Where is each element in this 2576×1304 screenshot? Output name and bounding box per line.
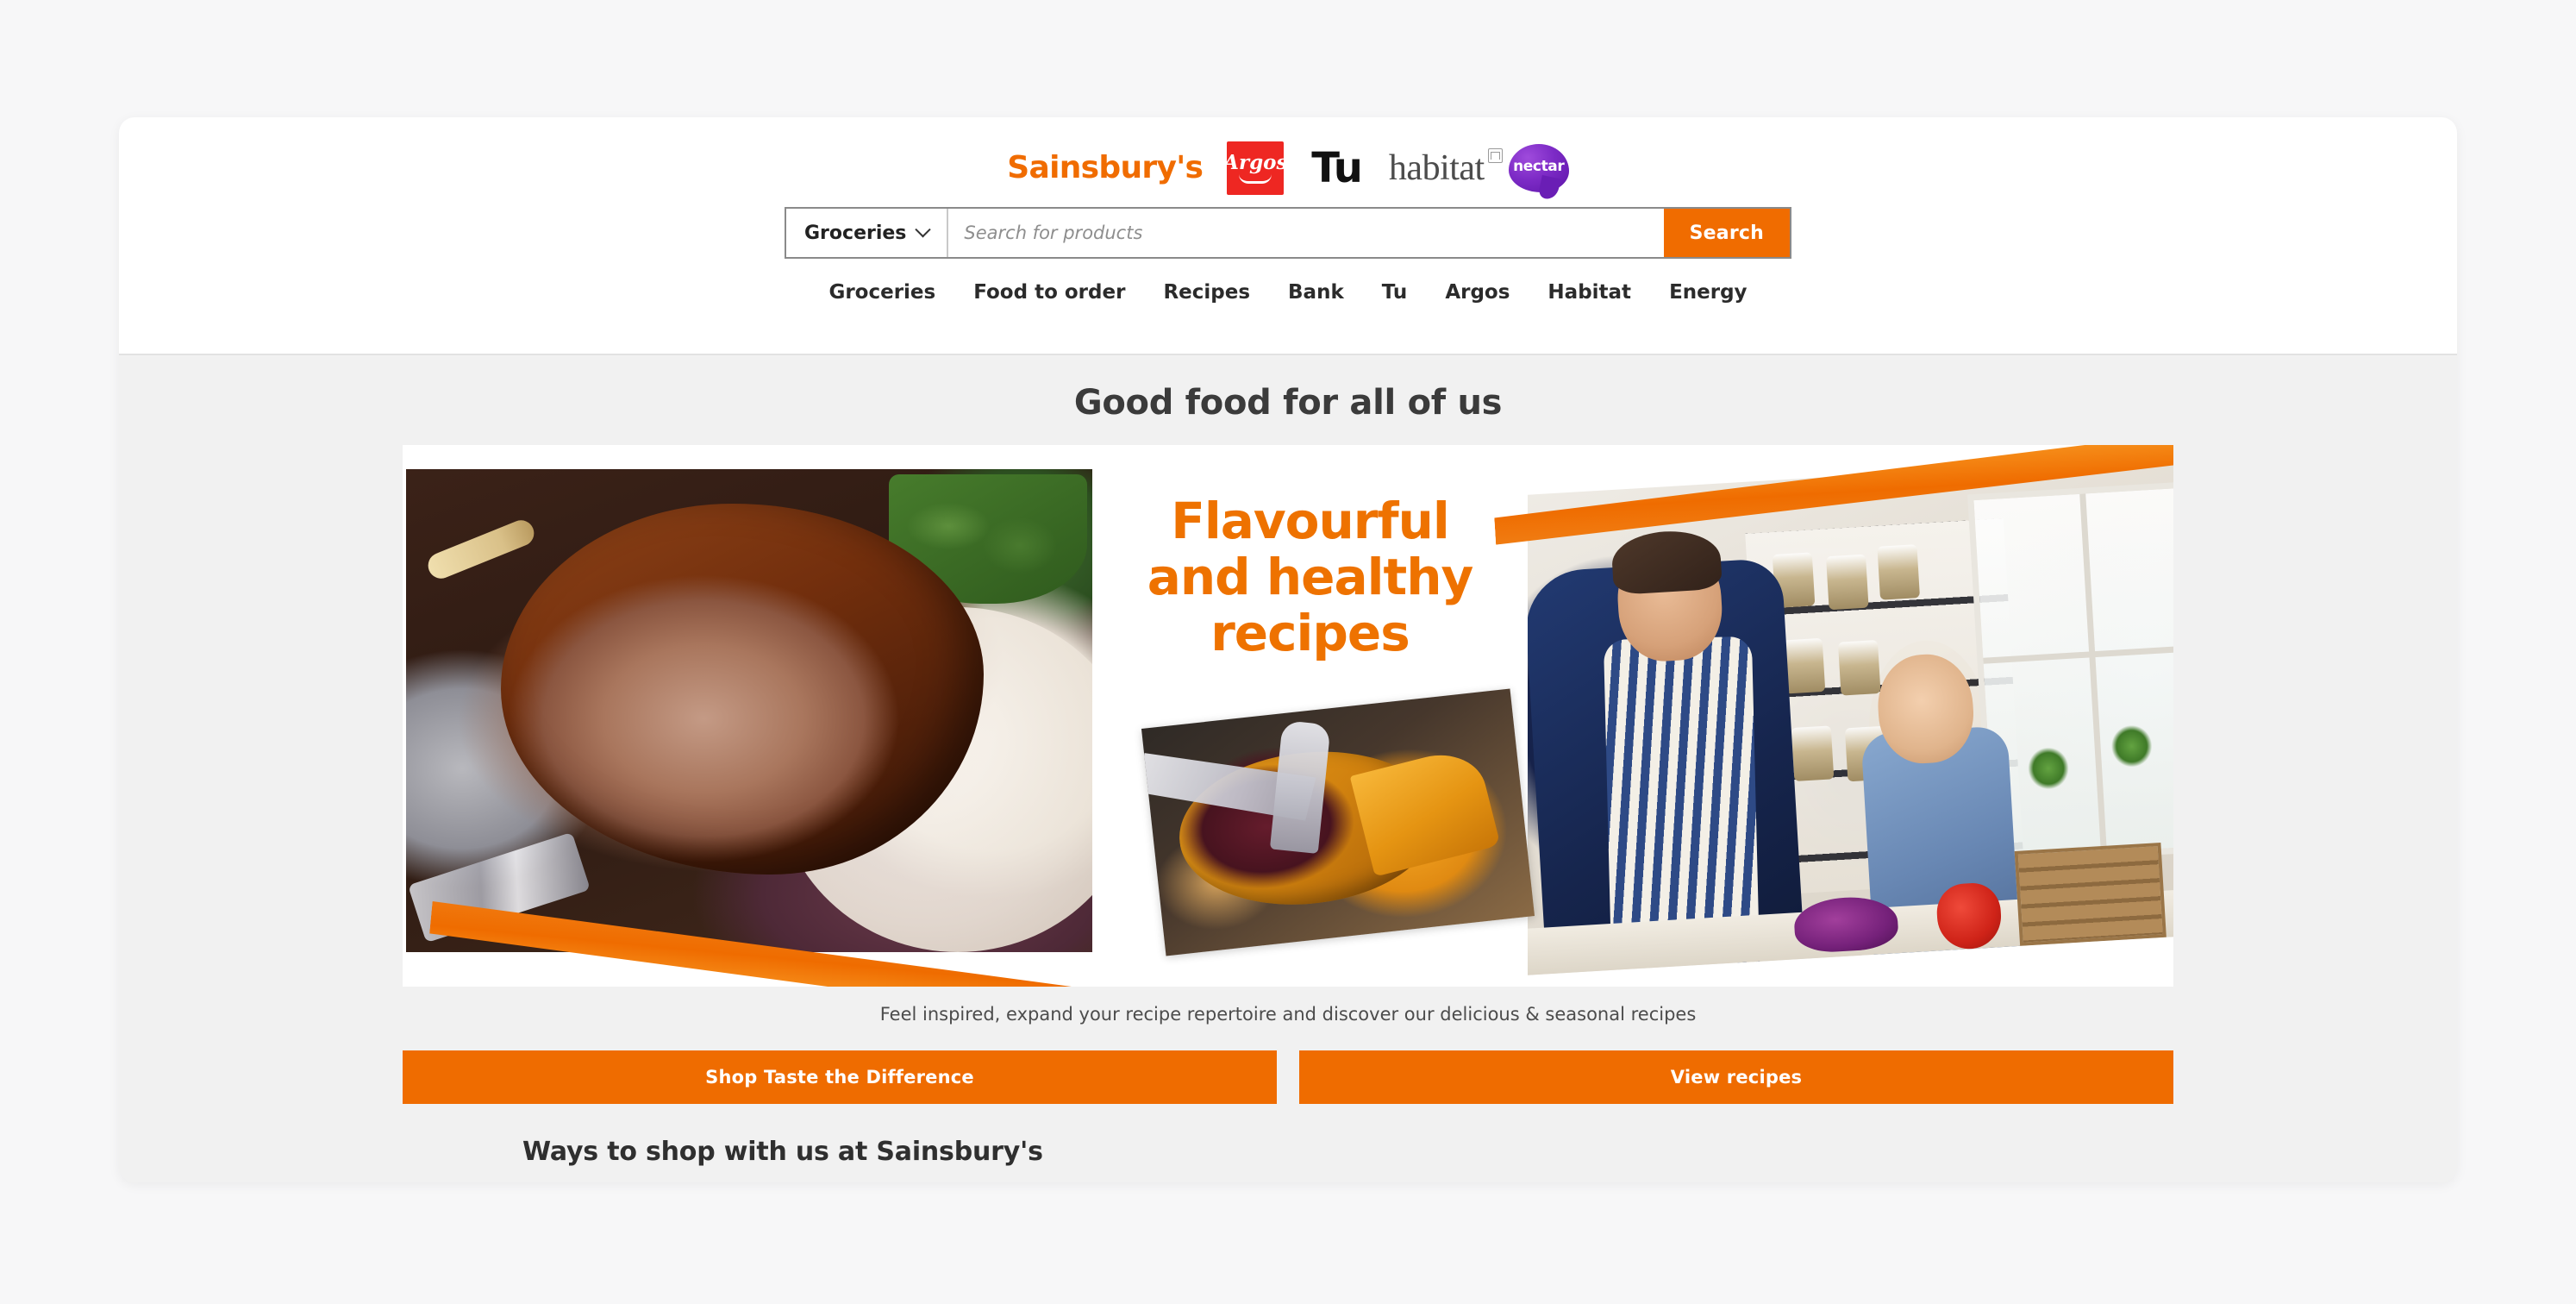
jar-shape <box>1791 725 1835 782</box>
family-photo-frame <box>1516 455 2173 976</box>
habitat-logo[interactable]: habitat <box>1388 148 1503 188</box>
roast-joint-shape <box>501 504 984 875</box>
hero-headline: Flavourful and healthy recipes <box>1147 492 1474 662</box>
search-scope-selector[interactable]: Groceries <box>786 209 949 257</box>
hero-image-roast-lamb <box>406 469 1104 952</box>
chevron-down-icon <box>915 221 932 237</box>
jar-shape <box>1782 637 1826 694</box>
jar-shape <box>1826 554 1869 611</box>
nav-item-tu[interactable]: Tu <box>1382 281 1408 304</box>
search-input[interactable] <box>948 209 1664 257</box>
argos-smile-icon <box>1239 174 1272 184</box>
site-header: Sainsbury's Argos Tu habitat nectar Groc… <box>119 117 2457 355</box>
hero-banner[interactable]: Flavourful and healthy recipes <box>403 445 2173 987</box>
section-heading-ways-to-shop: Ways to shop with us at Sainsbury's <box>522 1137 1043 1167</box>
nav-item-recipes[interactable]: Recipes <box>1163 281 1250 304</box>
hero-headline-line-2: and healthy <box>1147 547 1474 606</box>
jar-shape <box>1877 544 1921 600</box>
nav-item-food-to-order[interactable]: Food to order <box>973 281 1125 304</box>
sainsburys-logo[interactable]: Sainsbury's <box>1007 153 1204 184</box>
hero-headline-line-3: recipes <box>1210 603 1410 662</box>
nav-item-argos[interactable]: Argos <box>1445 281 1510 304</box>
search-widget: Groceries Search <box>785 207 1791 259</box>
nav-item-habitat[interactable]: Habitat <box>1547 281 1631 304</box>
argos-logo-text: Argos <box>1223 151 1288 174</box>
habitat-house-icon <box>1487 148 1503 163</box>
view-recipes-button[interactable]: View recipes <box>1299 1050 2173 1104</box>
site-card: Sainsbury's Argos Tu habitat nectar Groc… <box>119 117 2457 1182</box>
hero-caption: Feel inspired, expand your recipe repert… <box>879 1004 1697 1025</box>
main-content: Good food for all of us Flavourful and h… <box>119 355 2457 1182</box>
hero-image-tart <box>1141 688 1535 956</box>
hero-headline-line-1: Flavourful <box>1171 492 1450 550</box>
habitat-logo-text: habitat <box>1388 148 1485 188</box>
dad-hair-shape <box>1610 528 1723 596</box>
wooden-crate-shape <box>2014 842 2166 946</box>
search-button[interactable]: Search <box>1663 209 1790 257</box>
nav-item-groceries[interactable]: Groceries <box>828 281 935 304</box>
primary-navigation: Groceries Food to order Recipes Bank Tu … <box>119 281 2457 304</box>
nav-item-energy[interactable]: Energy <box>1669 281 1747 304</box>
shop-taste-the-difference-button[interactable]: Shop Taste the Difference <box>403 1050 1277 1104</box>
jar-shape <box>1837 640 1881 696</box>
cta-button-row: Shop Taste the Difference View recipes <box>119 1050 2457 1104</box>
nav-item-bank[interactable]: Bank <box>1288 281 1344 304</box>
bone-shape <box>424 516 538 583</box>
search-row: Groceries Search <box>119 207 2457 259</box>
brand-logo-bar: Sainsbury's Argos Tu habitat nectar <box>119 117 2457 202</box>
nectar-logo[interactable]: nectar <box>1508 144 1569 202</box>
search-scope-label: Groceries <box>804 222 907 244</box>
nectar-logo-text: nectar <box>1513 158 1565 175</box>
tu-logo[interactable]: Tu <box>1311 147 1363 189</box>
argos-logo[interactable]: Argos <box>1223 141 1287 195</box>
page-title: Good food for all of us <box>1073 383 1503 423</box>
